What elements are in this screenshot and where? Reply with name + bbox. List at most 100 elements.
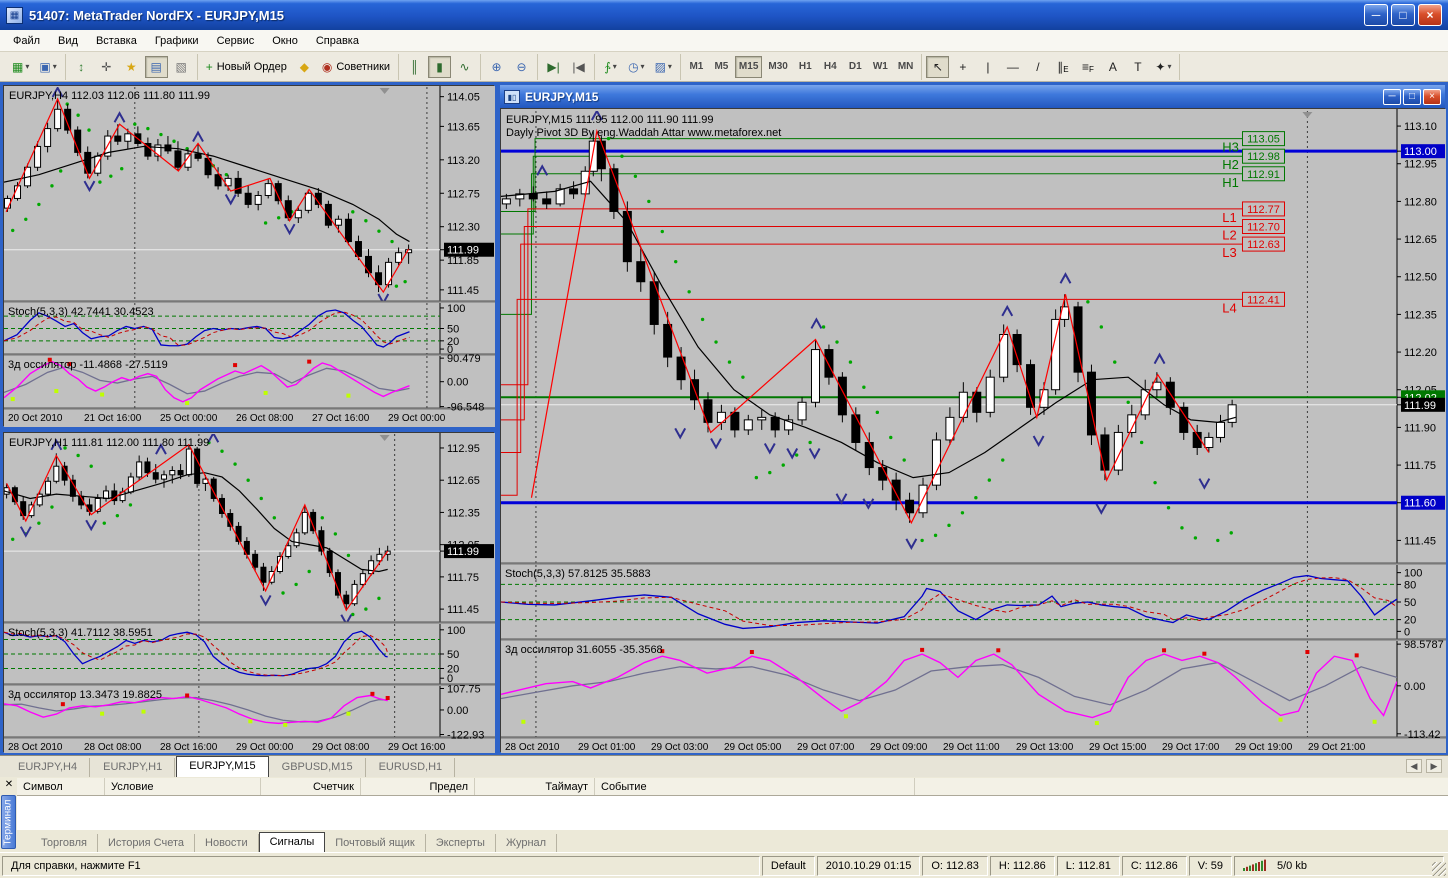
date-label: 27 Oct 16:00 [312,413,370,424]
trough-marker [1278,717,1283,722]
arrows-tool-button[interactable]: ✦ ▾ [1151,56,1175,78]
resize-grip[interactable] [1432,862,1446,876]
sar-dot [294,582,298,587]
auto-scroll-button[interactable]: ▶| [542,56,565,78]
sar-dot [741,375,745,379]
chart-tab-gbpusd-m15[interactable]: GBPUSD,M15 [270,758,366,777]
chart-minimize-button[interactable]: ─ [1383,88,1401,105]
chart-close-button[interactable]: × [1423,88,1441,105]
timeframe-w1-button[interactable]: W1 [869,56,892,78]
line-chart-button[interactable]: ∿ [453,56,476,78]
terminal-tab-журнал[interactable]: Журнал [496,834,558,852]
timeframe-m1-button[interactable]: M1 [685,56,708,78]
close-button[interactable]: × [1418,4,1442,26]
strategy-tester-button[interactable]: ▧ [170,56,193,78]
candle [161,474,168,480]
menu-item-вид[interactable]: Вид [49,33,87,49]
chart-tab-eurusd-h1[interactable]: EURUSD,H1 [367,758,456,777]
metatrader-window: ▦ 51407: MetaTrader NordFX - EURJPY,M15 … [0,0,1448,878]
metaeditor-button[interactable]: ◆ [293,56,316,78]
text-button[interactable]: A [1101,56,1124,78]
chart-maximize-button[interactable]: □ [1403,88,1421,105]
terminal-panel-button[interactable]: ▤ [144,55,168,78]
chart-tab-eurjpy-m15[interactable]: EURJPY,M15 [176,756,269,777]
navigator-button[interactable]: ★ [120,56,143,78]
terminal-tab-новости[interactable]: Новости [195,834,259,852]
menu-item-вставка[interactable]: Вставка [87,33,146,49]
candle [103,490,110,499]
chart-window-titlebar[interactable]: ▮▯ EURJPY,M15 ─ □ × [500,85,1445,108]
templates-button[interactable]: ▨ ▾ [651,56,676,78]
terminal-tab-почтовый-ящик[interactable]: Почтовый ящик [325,834,426,852]
data-window-button[interactable]: ✛ [95,56,118,78]
terminal-tab-история-счета[interactable]: История Счета [98,834,196,852]
timeframe-m30-button[interactable]: M30 [764,56,791,78]
menu-item-графики[interactable]: Графики [146,33,208,49]
minimize-button[interactable]: ─ [1364,4,1388,26]
terminal-tab-торговля[interactable]: Торговля [31,834,98,852]
bar-chart-button[interactable]: ║ [403,56,426,78]
sar-dot [835,340,839,344]
menu-item-сервис[interactable]: Сервис [208,33,264,49]
sar-dot [862,385,866,389]
m15-chart-svg[interactable]: H3 113.05 H2 112.98 H1 112.91 L1 112.77 L2 112.70… [501,109,1446,753]
trendline-button[interactable]: / [1026,56,1049,78]
h1-chart-area[interactable]: 112.95112.65112.35112.05111.99111.75111.… [3,432,495,753]
tab-scroll-right-icon[interactable]: ▶ [1426,759,1442,773]
axis-label: 111.45 [1404,535,1436,547]
periods-button[interactable]: ◷ ▾ [624,56,649,78]
terminal-tab-эксперты[interactable]: Эксперты [426,834,496,852]
h1-chart-svg[interactable]: 112.95112.65112.35112.05111.99111.75111.… [4,433,495,753]
cursor-button[interactable]: ↖ [926,55,950,78]
sar-dot [974,496,978,500]
menu-item-окно[interactable]: Окно [263,33,307,49]
new-order-button[interactable]: + Новый Ордер [202,56,291,78]
equidistant-channel-button[interactable]: ∥ E [1051,56,1074,78]
text-label-button[interactable]: T [1126,56,1149,78]
sar-dot [1229,531,1233,535]
candlestick-button[interactable]: ▮ [428,55,452,78]
crosshair-button[interactable]: + [951,56,974,78]
sar-dot [1099,325,1104,329]
terminal-tab-сигналы[interactable]: Сигналы [258,832,326,852]
terminal-vertical-tab[interactable]: Терминал [1,795,16,849]
candle [194,153,202,159]
maximize-button[interactable]: □ [1391,4,1415,26]
timeframe-d1-button[interactable]: D1 [844,56,867,78]
timeframe-m15-button[interactable]: M15 [734,55,763,78]
timeframe-h4-button[interactable]: H4 [819,56,842,78]
zoom-out-button[interactable]: ⊖ [510,56,533,78]
m15-chart-area[interactable]: H3 113.05 H2 112.98 H1 112.91 L1 112.77 L2 112.70… [500,108,1446,753]
candle [244,192,252,205]
tab-scroll-left-icon[interactable]: ◀ [1406,759,1422,773]
peak-marker [1354,653,1359,658]
chart-tab-eurjpy-h1[interactable]: EURJPY,H1 [91,758,176,777]
horizontal-line-button[interactable]: — [1001,56,1024,78]
market-watch-button[interactable]: ↕ [70,56,93,78]
candle [324,203,332,226]
timeframe-h1-button[interactable]: H1 [794,56,817,78]
candle [294,209,302,219]
sar-dot [76,453,80,458]
fibonacci-button[interactable]: ≡ F [1076,56,1099,78]
indicators-button[interactable]: ∱ ▾ [599,56,622,78]
axis-label: 112.35 [1404,309,1437,321]
menu-item-файл[interactable]: Файл [4,33,49,49]
vertical-line-button[interactable]: | [976,56,999,78]
timeframe-mn-button[interactable]: MN [894,56,918,78]
terminal-close-icon[interactable]: ✕ [3,780,15,792]
menu-item-справка[interactable]: Справка [307,33,368,49]
zoom-in-button[interactable]: ⊕ [485,56,508,78]
h4-chart-area[interactable]: 114.05 113.65 113.20 112.75 112.30 111.99 111.… [3,85,495,427]
h4-chart-svg[interactable]: 114.05113.65113.20112.75112.30111.99111.… [4,86,495,427]
advisors-button[interactable]: ◉ Советники [318,56,394,78]
new-chart-button[interactable]: ▦ ▾ [8,56,33,78]
toolbar-group: ∱ ▾ ◷ ▾ ▨ ▾ [595,53,681,80]
profiles-button[interactable]: ▣ ▾ [35,56,60,78]
chart-shift-button[interactable]: |◀ [567,56,590,78]
sar-dot [700,317,705,322]
timeframe-m5-button[interactable]: M5 [710,56,733,78]
chart-tab-eurjpy-h4[interactable]: EURJPY,H4 [6,758,91,777]
terminal-body[interactable] [17,796,1448,830]
peak-marker [749,649,754,654]
